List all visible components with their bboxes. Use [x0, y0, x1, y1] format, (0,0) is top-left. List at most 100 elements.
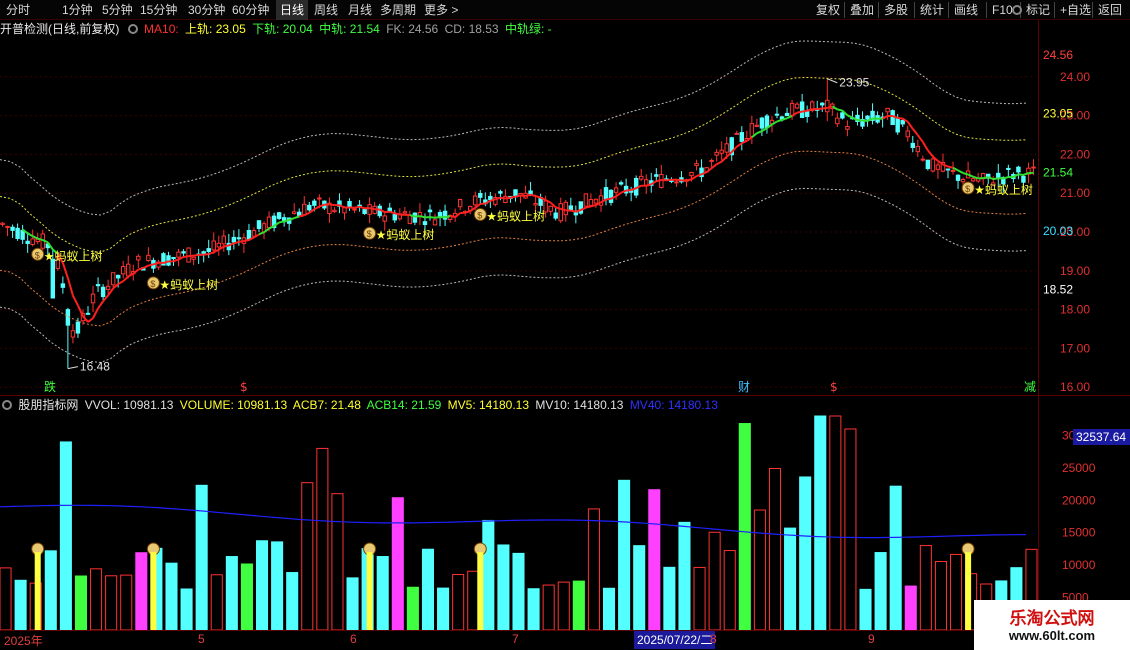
- ma-line-segment: [897, 116, 903, 120]
- period-tab-10[interactable]: 更多 >: [420, 0, 462, 20]
- candle-body: [115, 274, 121, 279]
- period-tab-7[interactable]: 周线: [310, 0, 342, 20]
- candle-body: [422, 221, 428, 226]
- ma-line-segment: [298, 214, 305, 218]
- toolbar-button-1[interactable]: 叠加: [846, 0, 878, 20]
- indicator-settings-icon[interactable]: [127, 24, 138, 34]
- date-axis-label: 2025年: [4, 634, 43, 648]
- volume-bar: [44, 550, 57, 630]
- volume-bar: [105, 575, 118, 630]
- candle-body: [548, 205, 553, 212]
- volume-signal-bar: [34, 552, 41, 630]
- price-tick-label: 19.00: [1060, 264, 1090, 278]
- candle-body: [266, 216, 272, 229]
- watermark-title: 乐淘公式网: [1009, 609, 1095, 629]
- signal-label: ★蚂蚁上树: [44, 248, 103, 263]
- candle-body: [960, 178, 966, 183]
- candle-body: [216, 242, 221, 248]
- ma-line-segment: [530, 193, 536, 197]
- settings-gear-icon[interactable]: [1010, 3, 1024, 17]
- candle-body: [845, 126, 850, 130]
- price-chart[interactable]: 24.0023.0022.0021.0020.0019.0018.0017.00…: [0, 38, 1130, 395]
- volume-signal-bar: [477, 552, 484, 630]
- ma-line-segment: [690, 175, 698, 181]
- toolbar-button-3[interactable]: 统计: [916, 0, 948, 20]
- signal-label: ★蚂蚁上树: [159, 277, 218, 292]
- period-tab-3[interactable]: 15分钟: [136, 0, 181, 20]
- toolbar-button-7[interactable]: +自选: [1056, 0, 1095, 20]
- volume-settings-icon[interactable]: [2, 400, 12, 410]
- toolbar-separator: [1054, 2, 1055, 18]
- period-tab-2[interactable]: 5分钟: [98, 0, 137, 20]
- candle-body: [925, 159, 931, 170]
- toolbar-button-2[interactable]: 多股: [880, 0, 912, 20]
- ma-line-segment: [233, 240, 240, 245]
- toolbar-separator: [1092, 2, 1093, 18]
- candle-body: [588, 199, 594, 206]
- candle-body: [70, 330, 76, 338]
- ma-line-segment: [570, 209, 577, 213]
- mv10-value: MV10: 14180.13: [535, 398, 624, 412]
- candle-body: [473, 195, 478, 206]
- toolbar-button-0[interactable]: 复权: [812, 0, 844, 20]
- candle-body: [251, 229, 257, 237]
- candle-body: [563, 201, 568, 216]
- volume-bar: [738, 423, 751, 630]
- volume-chart[interactable]: 3000025000200001500010000500032537.64: [0, 412, 1130, 630]
- ma-line-segment: [605, 197, 612, 201]
- volume-tick-label: 10000: [1062, 558, 1096, 572]
- candle-body: [181, 251, 186, 254]
- volume-indicator-name: 股朋指标网: [18, 398, 79, 412]
- period-tab-5[interactable]: 60分钟: [228, 0, 273, 20]
- lower-band-value: 下轨: 20.04: [252, 22, 313, 36]
- period-toolbar: 分时 1分钟 5分钟 15分钟 30分钟 60分钟 日线 周线 月线 多周期 更多 > 复权 叠加 多股…: [0, 0, 1130, 20]
- ma-line-segment: [293, 215, 300, 220]
- ma-line-segment: [720, 156, 728, 163]
- candle-body: [739, 132, 745, 142]
- candle-body: [5, 225, 10, 229]
- toolbar-button-8[interactable]: 返回: [1094, 0, 1126, 20]
- candle-body: [749, 123, 755, 137]
- toolbar-button-4[interactable]: 画线: [950, 0, 982, 20]
- ma-line-segment: [444, 215, 451, 219]
- ma-line-segment: [122, 275, 129, 282]
- date-axis-label: 7: [512, 632, 519, 646]
- period-tab-8[interactable]: 月线: [344, 0, 376, 20]
- period-tab-0[interactable]: 分时: [2, 0, 34, 20]
- candle-body: [754, 124, 760, 127]
- candle-body: [764, 115, 770, 129]
- band-value-label: 21.54: [1043, 165, 1073, 179]
- candle-body: [905, 130, 910, 138]
- volume-bar: [542, 584, 555, 630]
- ma-line-segment: [173, 258, 179, 263]
- ma-line-segment: [921, 141, 929, 151]
- volume-bar: [225, 556, 238, 630]
- candle-body: [201, 251, 206, 255]
- candle-body: [709, 159, 714, 162]
- toolbar-button-6[interactable]: 标记: [1022, 0, 1054, 20]
- ma-line-segment: [460, 211, 466, 215]
- vvol-value: VVOL: 10981.13: [84, 398, 174, 412]
- ma-line-segment: [183, 255, 189, 258]
- candle-body: [136, 255, 141, 261]
- candle-body: [206, 248, 211, 252]
- volume-bar: [437, 587, 450, 630]
- candle-body: [724, 143, 729, 153]
- volume-bar: [587, 508, 600, 630]
- candle-body: [367, 204, 372, 215]
- candle-body: [105, 285, 111, 290]
- candle-body: [654, 174, 659, 177]
- volume-bar: [708, 531, 721, 630]
- volume-bar: [768, 468, 782, 630]
- period-tab-1[interactable]: 1分钟: [58, 0, 97, 20]
- period-tab-6[interactable]: 日线: [276, 0, 309, 20]
- price-tick-label: 22.00: [1060, 147, 1090, 161]
- period-tab-4[interactable]: 30分钟: [184, 0, 229, 20]
- fk-value: FK: 24.56: [386, 22, 439, 36]
- candle-body: [432, 219, 438, 226]
- period-tab-9[interactable]: 多周期: [376, 0, 420, 20]
- band-value-label: 20.03: [1043, 224, 1073, 238]
- candle-body: [920, 158, 926, 161]
- candle-body: [1016, 166, 1021, 173]
- volume-bar: [874, 552, 887, 630]
